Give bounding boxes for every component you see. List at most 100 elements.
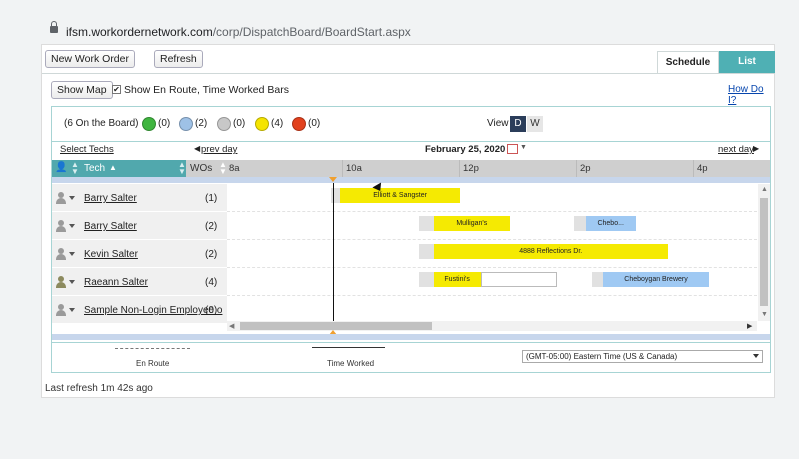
time-tick-label: 10a [346,163,362,174]
tech-cell [52,212,227,240]
tech-wo-count: (4) [205,277,218,288]
wos-column-header[interactable]: WOs ▲ ▼ [186,160,227,177]
time-tick-label: 12p [463,163,479,174]
en-route-segment [574,216,586,231]
calendar-icon[interactable] [507,144,518,154]
tech-row: Barry Salter (2) Mulligan's Chebo... [52,212,757,240]
tab-list[interactable]: List [719,51,775,73]
en-route-legend-line [115,348,190,349]
tech-name-link[interactable]: Kevin Salter [84,249,138,260]
status-dot-icon[interactable] [217,117,231,131]
how-do-i-link[interactable]: How Do I? [728,84,774,106]
tech-name-link[interactable]: Sample Non-Login Employee o [84,305,222,316]
chevron-down-icon[interactable] [69,252,75,256]
appointment-block[interactable]: Cheboygan Brewery [591,272,709,287]
lock-icon [50,21,58,33]
reorder-icon[interactable]: ▲ ▼ [219,161,227,176]
reorder-icon[interactable]: ▲ ▼ [178,161,186,176]
tech-column-header[interactable]: 👤 ▲ ▼ Tech ▲ ▲ ▼ [52,160,186,177]
browser-address-bar[interactable]: ifsm.workordernetwork.com/corp/DispatchB… [0,0,799,44]
vertical-scroll-thumb[interactable] [760,198,768,306]
horizontal-scroll-thumb[interactable] [240,322,432,330]
person-icon[interactable] [55,276,67,288]
view-label: View [487,118,509,129]
show-en-route-label: Show En Route, Time Worked Bars [124,84,289,96]
status-count: (0) [233,118,246,129]
remaining-segment [480,272,557,287]
status-count: (4) [271,118,284,129]
show-en-route-checkbox[interactable]: ✔ [112,85,121,94]
tech-rows: Barry Salter (1) Elliott & Sangster Barry S… [52,184,770,324]
scroll-up-icon[interactable]: ▲ [761,186,768,193]
scroll-down-icon[interactable]: ▼ [761,311,768,318]
appointment-label: Elliott & Sangster [340,188,461,203]
tech-name-link[interactable]: Barry Salter [84,221,137,232]
next-day-link[interactable]: next day [718,144,754,155]
tab-divider [42,73,775,74]
view-day-button[interactable]: D [510,116,526,132]
status-dot-icon[interactable] [179,117,193,131]
url-host: ifsm.workordernetwork.com [66,25,213,39]
status-dot-icon[interactable] [255,117,269,131]
person-icon[interactable] [55,304,67,316]
person-icon[interactable] [55,248,67,260]
refresh-button[interactable]: Refresh [154,50,203,68]
horizontal-scrollbar[interactable]: ◀ ▶ [227,321,757,331]
tech-name-link[interactable]: Raeann Salter [84,277,148,288]
status-dot-icon[interactable] [142,117,156,131]
vertical-scrollbar[interactable]: ▲ ▼ [758,184,770,321]
person-icon[interactable] [55,192,67,204]
calendar-dropdown-icon[interactable]: ▼ [520,144,527,151]
chevron-down-icon[interactable] [69,196,75,200]
prev-day-arrow-icon[interactable]: ◀ [194,144,200,153]
chevron-down-icon[interactable] [69,308,75,312]
appointment-label: Mulligan's [433,216,510,231]
appointment-block[interactable]: 4888 Reflections Dr. [419,244,668,259]
dispatch-board-page: New Work Order Refresh Schedule List Sho… [41,44,775,398]
appointment-block[interactable]: Mulligan's [419,216,510,231]
timezone-select[interactable]: (GMT-05:00) Eastern Time (US & Canada) [522,350,763,363]
appointment-block[interactable]: Elliott & Sangster [331,188,461,203]
person-icon[interactable] [55,220,67,232]
chevron-down-icon[interactable] [69,280,75,284]
tech-wo-count: (0) [205,305,218,316]
en-route-segment [419,272,434,287]
person-icon: 👤 [55,162,68,173]
tech-name-link[interactable]: Barry Salter [84,193,137,204]
current-time-marker-icon[interactable] [329,177,337,182]
timezone-value: (GMT-05:00) Eastern Time (US & Canada) [526,352,678,361]
wos-header-label: WOs [190,163,213,174]
appointment-block[interactable]: Chebo... [574,216,636,231]
appointment-label: Chebo... [585,216,636,231]
timeline-top-bar [52,177,770,183]
time-tick-label: 8a [229,163,240,174]
sort-asc-icon[interactable]: ▲ [109,163,117,172]
en-route-legend-label: En Route [136,359,170,368]
current-time-line [333,183,334,321]
tab-schedule[interactable]: Schedule [657,51,719,73]
url-text[interactable]: ifsm.workordernetwork.com/corp/DispatchB… [66,25,411,39]
timeline-bottom-bar [52,334,770,340]
reorder-icon[interactable]: ▲ ▼ [71,161,79,176]
time-worked-legend-label: Time Worked [327,359,375,368]
scroll-right-icon[interactable]: ▶ [747,322,752,330]
tech-wo-count: (2) [205,221,218,232]
view-week-button[interactable]: W [527,116,543,132]
show-map-button[interactable]: Show Map [51,81,113,99]
appointment-label: Cheboygan Brewery [603,272,709,287]
tech-row: Raeann Salter (4) Fustini's Cheboygan Brewe… [52,268,757,296]
board-legend: En Route Time Worked (GMT-05:00) Eastern… [51,343,771,373]
board-date: February 25, 2020 [425,144,506,155]
next-day-arrow-icon[interactable]: ▶ [753,144,759,153]
prev-day-link[interactable]: prev day [201,144,237,155]
chevron-down-icon [753,354,759,358]
en-route-segment [591,272,604,287]
status-dot-icon[interactable] [292,117,306,131]
new-work-order-button[interactable]: New Work Order [45,50,135,68]
appointment-block[interactable]: Fustini's [419,272,557,287]
chevron-down-icon[interactable] [69,224,75,228]
en-route-segment [419,216,434,231]
scroll-left-icon[interactable]: ◀ [229,322,234,330]
time-tick-label: 2p [580,163,591,174]
select-techs-link[interactable]: Select Techs [60,144,114,155]
